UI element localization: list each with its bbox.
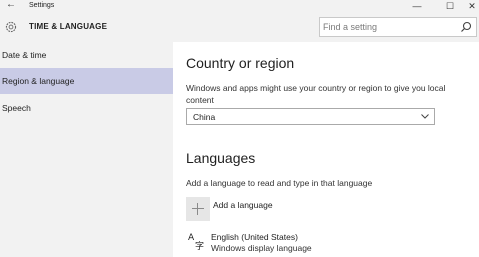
gear-icon [5, 21, 17, 33]
sidebar: Date & time Region & language Speech [0, 42, 173, 257]
languages-description: Add a language to read and type in that … [186, 178, 373, 188]
sidebar-item-region-language[interactable]: Region & language [0, 68, 173, 94]
country-region-description: Windows and apps might use your country … [186, 83, 446, 105]
back-arrow-icon[interactable]: ← [4, 0, 18, 11]
search-input[interactable]: Find a setting [319, 17, 477, 37]
add-language-button[interactable] [186, 197, 210, 221]
search-placeholder: Find a setting [323, 22, 378, 32]
chevron-down-icon [421, 114, 429, 119]
maximize-button[interactable]: ☐ [439, 0, 461, 12]
title-bar: ← Settings — ☐ ✕ [0, 0, 479, 12]
language-icon: A 字 [188, 233, 204, 251]
close-button[interactable]: ✕ [461, 0, 479, 12]
sidebar-item-speech[interactable]: Speech [0, 95, 173, 121]
minimize-button[interactable]: — [406, 0, 428, 12]
language-name[interactable]: English (United States) [211, 232, 298, 242]
window-title: Settings [29, 2, 55, 9]
plus-icon [192, 208, 204, 209]
svg-text:字: 字 [195, 240, 204, 251]
add-language-label[interactable]: Add a language [213, 200, 273, 210]
country-dropdown-value: China [193, 112, 216, 122]
search-icon[interactable] [460, 21, 472, 33]
section-title: TIME & LANGUAGE [29, 22, 108, 31]
plus-icon-stroke [197, 203, 198, 215]
country-region-heading: Country or region [186, 55, 295, 71]
svg-text:A: A [188, 233, 195, 243]
language-subtitle: Windows display language [211, 243, 312, 253]
main-content: Country or region Windows and apps might… [173, 42, 479, 257]
sidebar-item-date-time[interactable]: Date & time [0, 42, 173, 68]
country-dropdown[interactable]: China [186, 108, 435, 125]
languages-heading: Languages [186, 150, 256, 166]
